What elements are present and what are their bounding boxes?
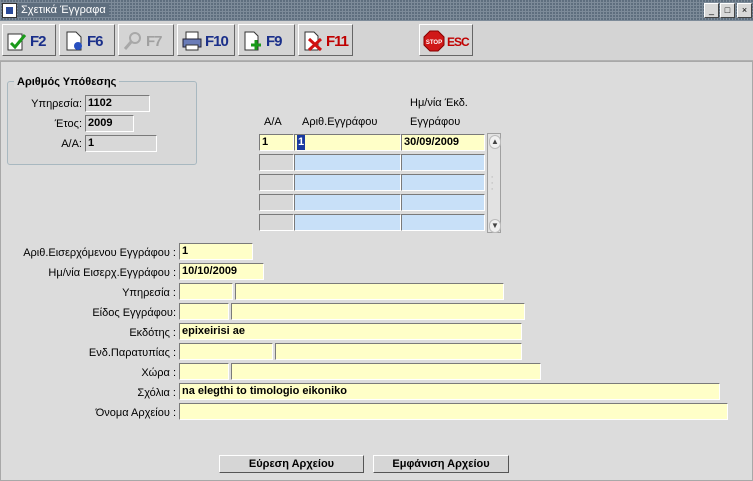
row-aa-cell[interactable]	[259, 174, 294, 191]
app-icon	[2, 3, 17, 18]
issuer-label: Εκδότης :	[129, 327, 176, 339]
row-date-cell[interactable]	[401, 214, 485, 231]
f7-label: F7	[146, 33, 162, 50]
col-header-date-line1: Ημ/νία Έκδ.	[410, 97, 468, 109]
filename-label: Όνομα Αρχείου :	[95, 407, 176, 419]
scroll-down-icon[interactable]: ▼	[489, 219, 501, 233]
f6-label: F6	[87, 33, 103, 50]
col-header-aa: Α/Α	[264, 116, 282, 128]
col-header-docno: Αριθ.Εγγράφου	[302, 116, 378, 128]
print-icon	[182, 31, 202, 51]
stop-icon: STOP	[423, 30, 445, 52]
case-service-field: 1102	[85, 95, 150, 112]
scroll-grip-icon[interactable]: ∙ ∙ ∙	[491, 173, 493, 193]
f10-label: F10	[205, 33, 229, 50]
stop-icon-text: STOP	[426, 40, 442, 46]
issuer-field[interactable]: epixeirisi ae	[179, 323, 522, 340]
row-docno-cell[interactable]	[294, 174, 401, 191]
row-aa-cell[interactable]	[259, 214, 294, 231]
doctype-label: Είδος Εγγράφου:	[92, 307, 176, 319]
f2-label: F2	[30, 33, 46, 50]
row-docno-cell[interactable]: 1	[294, 134, 401, 151]
row-date-cell[interactable]	[401, 154, 485, 171]
discrepancy-label: Ενδ.Παρατυπίας :	[88, 347, 176, 359]
close-button[interactable]: ×	[737, 3, 752, 18]
f9-button[interactable]: F9	[238, 24, 295, 56]
row-date-cell[interactable]: 30/09/2009	[401, 134, 485, 151]
f2-button[interactable]: F2	[2, 24, 56, 56]
discrepancy-code-field[interactable]	[179, 343, 273, 360]
minimize-button[interactable]: _	[704, 3, 719, 18]
incoming-no-label: Αριθ.Εισερχόμενου Εγγράφου :	[23, 247, 176, 259]
service-label: Υπηρεσία :	[122, 287, 176, 299]
f7-button[interactable]: F7	[118, 24, 174, 56]
esc-button[interactable]: STOP ESC	[419, 24, 473, 56]
row-aa-cell[interactable]: 1	[259, 134, 294, 151]
table-scrollbar[interactable]: ▲ ∙ ∙ ∙ ▼	[487, 133, 501, 233]
incoming-no-field[interactable]: 1	[179, 243, 253, 260]
incoming-date-label: Ημ/νία Εισερχ.Εγγράφου :	[48, 267, 176, 279]
case-group-title: Αριθμός Υπόθεσης	[14, 76, 120, 88]
row-date-cell[interactable]	[401, 174, 485, 191]
save-check-icon	[7, 33, 27, 51]
case-aa-field: 1	[85, 135, 157, 152]
row-aa-cell[interactable]	[259, 154, 294, 171]
row-docno-cell[interactable]	[294, 194, 401, 211]
filename-field[interactable]	[179, 403, 728, 420]
window-title: Σχετικά Έγγραφα	[18, 3, 109, 17]
comments-label: Σχόλια :	[137, 387, 176, 399]
row-docno-value: 1	[297, 135, 306, 150]
case-year-field: 2009	[85, 115, 134, 132]
country-label: Χώρα :	[141, 367, 176, 379]
new-document-icon	[66, 31, 82, 51]
f11-label: F11	[326, 33, 349, 50]
show-file-button[interactable]: Εμφάνιση Αρχείου	[373, 455, 509, 473]
title-bar: Σχετικά Έγγραφα _ □ ×	[0, 0, 753, 21]
f11-button[interactable]: F11	[298, 24, 353, 56]
service-name-field[interactable]	[235, 283, 504, 300]
esc-label: ESC	[447, 35, 470, 49]
delete-document-icon	[304, 31, 323, 52]
f6-button[interactable]: F6	[59, 24, 115, 56]
row-docno-cell[interactable]	[294, 154, 401, 171]
service-code-field[interactable]	[179, 283, 233, 300]
row-aa-cell[interactable]	[259, 194, 294, 211]
add-document-icon	[244, 31, 261, 51]
f9-label: F9	[266, 33, 282, 50]
doctype-code-field[interactable]	[179, 303, 229, 320]
country-code-field[interactable]	[179, 363, 229, 380]
col-header-date-line2: Εγγράφου	[410, 116, 461, 128]
comments-field[interactable]: na elegthi to timologio eikoniko	[179, 383, 720, 400]
search-icon	[123, 32, 141, 50]
incoming-date-field[interactable]: 10/10/2009	[179, 263, 264, 280]
discrepancy-name-field[interactable]	[275, 343, 522, 360]
toolbar: F2 F6 F7 F10 F9 F11 STOP ESC	[0, 21, 753, 61]
country-name-field[interactable]	[231, 363, 541, 380]
row-docno-cell[interactable]	[294, 214, 401, 231]
case-aa-label: Α/Α:	[61, 138, 82, 150]
case-service-label: Υπηρεσία:	[31, 98, 82, 110]
f10-button[interactable]: F10	[177, 24, 235, 56]
row-date-cell[interactable]	[401, 194, 485, 211]
case-year-label: Έτος:	[54, 118, 82, 130]
find-file-button[interactable]: Εύρεση Αρχείου	[219, 455, 364, 473]
maximize-button[interactable]: □	[720, 3, 735, 18]
scroll-up-icon[interactable]: ▲	[489, 135, 501, 149]
doctype-name-field[interactable]	[231, 303, 525, 320]
